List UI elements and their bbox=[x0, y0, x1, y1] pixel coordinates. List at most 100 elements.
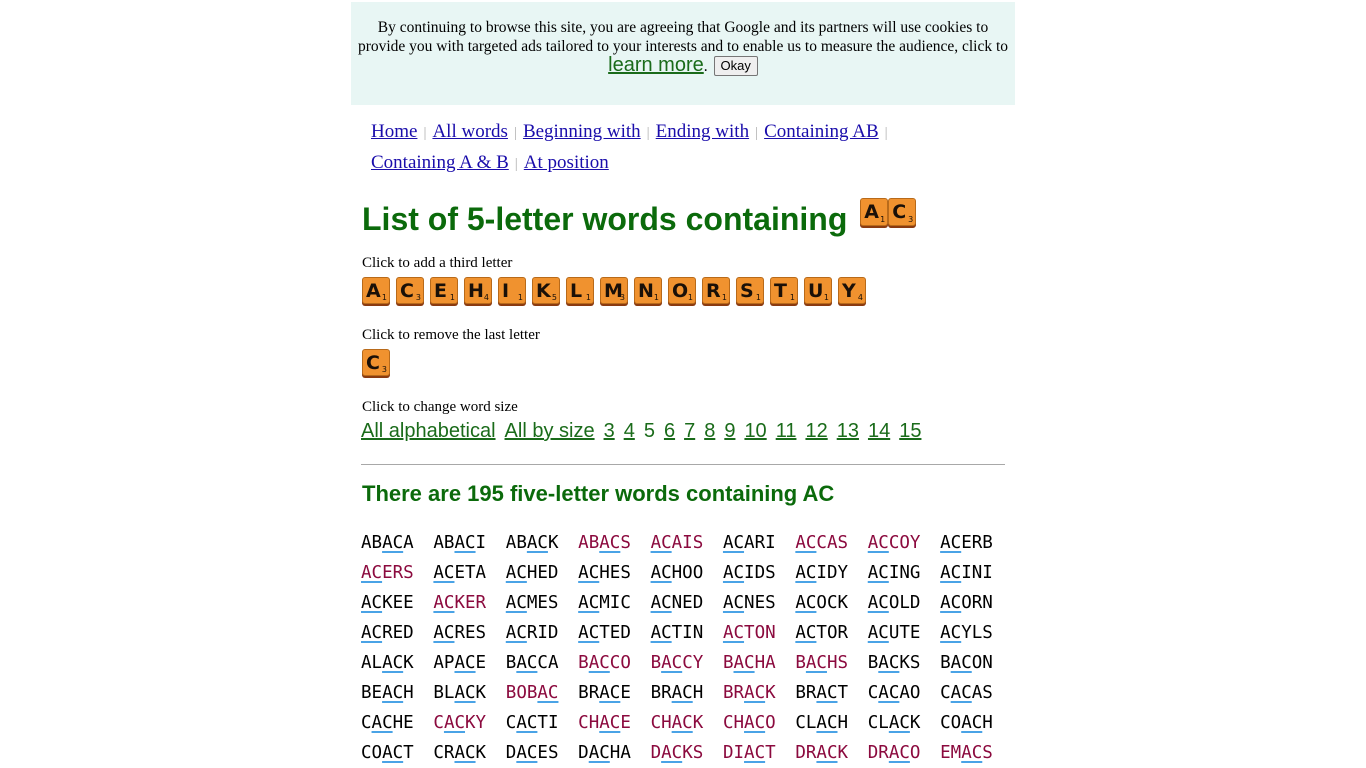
word-size-link[interactable]: 7 bbox=[684, 420, 695, 442]
nav-home[interactable]: Home bbox=[371, 121, 417, 142]
word-item[interactable]: BOBAC bbox=[506, 678, 578, 708]
word-item[interactable]: ACNED bbox=[651, 588, 723, 618]
add-letter-tile-c[interactable]: C3 bbox=[396, 277, 424, 304]
word-size-link[interactable]: 12 bbox=[805, 420, 827, 442]
word-item[interactable]: DRACO bbox=[868, 738, 940, 768]
word-item[interactable]: CACTI bbox=[506, 708, 578, 738]
word-item[interactable]: ACCAS bbox=[795, 528, 867, 558]
word-item[interactable]: BACHS bbox=[795, 648, 867, 678]
word-item[interactable]: DIACT bbox=[723, 738, 795, 768]
word-item[interactable]: ACARI bbox=[723, 528, 795, 558]
add-letter-tile-o[interactable]: O1 bbox=[668, 277, 696, 304]
word-item[interactable]: BRACK bbox=[723, 678, 795, 708]
word-item[interactable]: ACIDS bbox=[723, 558, 795, 588]
word-size-link[interactable]: 6 bbox=[664, 420, 675, 442]
word-item[interactable]: ACYLS bbox=[940, 618, 1012, 648]
word-item[interactable]: BACCY bbox=[651, 648, 723, 678]
add-letter-tile-h[interactable]: H4 bbox=[464, 277, 492, 304]
word-item[interactable]: ACHED bbox=[506, 558, 578, 588]
word-item[interactable]: CACAO bbox=[868, 678, 940, 708]
word-item[interactable]: BRACT bbox=[795, 678, 867, 708]
word-size-link[interactable]: 11 bbox=[776, 420, 797, 442]
add-letter-tile-y[interactable]: Y4 bbox=[838, 277, 866, 304]
word-item[interactable]: ACCOY bbox=[868, 528, 940, 558]
word-size-link[interactable]: 3 bbox=[604, 420, 615, 442]
nav-containing-a-and-b[interactable]: Containing A & B bbox=[371, 152, 509, 173]
word-item[interactable]: ACOCK bbox=[795, 588, 867, 618]
word-item[interactable]: ACINI bbox=[940, 558, 1012, 588]
word-item[interactable]: DACES bbox=[506, 738, 578, 768]
remove-letter-tile[interactable]: C3 bbox=[362, 349, 390, 376]
word-item[interactable]: ACRED bbox=[361, 618, 433, 648]
add-letter-tile-u[interactable]: U1 bbox=[804, 277, 832, 304]
word-item[interactable]: ACTED bbox=[578, 618, 650, 648]
word-item[interactable]: CHACE bbox=[578, 708, 650, 738]
word-item[interactable]: BACON bbox=[940, 648, 1012, 678]
add-letter-tile-i[interactable]: I1 bbox=[498, 277, 526, 304]
add-letter-tile-l[interactable]: L1 bbox=[566, 277, 594, 304]
add-letter-tile-t[interactable]: T1 bbox=[770, 277, 798, 304]
word-item[interactable]: BLACK bbox=[433, 678, 505, 708]
word-item[interactable]: ACRID bbox=[506, 618, 578, 648]
word-size-link[interactable]: 8 bbox=[704, 420, 715, 442]
word-size-link[interactable]: 4 bbox=[624, 420, 635, 442]
word-size-link[interactable]: 14 bbox=[868, 420, 890, 442]
word-item[interactable]: ABACK bbox=[506, 528, 578, 558]
add-letter-tile-e[interactable]: E1 bbox=[430, 277, 458, 304]
word-item[interactable]: ACHES bbox=[578, 558, 650, 588]
word-size-link[interactable]: 10 bbox=[744, 420, 766, 442]
word-item[interactable]: ACETA bbox=[433, 558, 505, 588]
add-letter-tile-s[interactable]: S1 bbox=[736, 277, 764, 304]
word-item[interactable]: BACHA bbox=[723, 648, 795, 678]
word-item[interactable]: ABACA bbox=[361, 528, 433, 558]
add-letter-tile-a[interactable]: A1 bbox=[362, 277, 390, 304]
word-item[interactable]: ACERS bbox=[361, 558, 433, 588]
word-item[interactable]: DACHA bbox=[578, 738, 650, 768]
word-item[interactable]: ACKEE bbox=[361, 588, 433, 618]
word-item[interactable]: BEACH bbox=[361, 678, 433, 708]
word-item[interactable]: CRACK bbox=[433, 738, 505, 768]
word-item[interactable]: BRACE bbox=[578, 678, 650, 708]
word-size-link[interactable]: 13 bbox=[837, 420, 859, 442]
word-item[interactable]: ABACI bbox=[433, 528, 505, 558]
nav-ending-with[interactable]: Ending with bbox=[656, 121, 749, 142]
word-item[interactable]: ABACS bbox=[578, 528, 650, 558]
word-item[interactable]: APACE bbox=[433, 648, 505, 678]
nav-at-position[interactable]: At position bbox=[524, 152, 609, 173]
word-item[interactable]: BRACH bbox=[651, 678, 723, 708]
word-item[interactable]: ACTOR bbox=[795, 618, 867, 648]
word-item[interactable]: ACMIC bbox=[578, 588, 650, 618]
learn-more-link[interactable]: learn more bbox=[608, 54, 704, 76]
word-item[interactable]: CACKY bbox=[433, 708, 505, 738]
word-item[interactable]: ACKER bbox=[433, 588, 505, 618]
word-item[interactable]: BACCO bbox=[578, 648, 650, 678]
add-letter-tile-m[interactable]: M3 bbox=[600, 277, 628, 304]
word-item[interactable]: ACORN bbox=[940, 588, 1012, 618]
word-item[interactable]: ALACK bbox=[361, 648, 433, 678]
word-item[interactable]: DRACK bbox=[795, 738, 867, 768]
okay-button[interactable]: Okay bbox=[713, 56, 758, 76]
word-item[interactable]: ACAIS bbox=[651, 528, 723, 558]
nav-containing-ab[interactable]: Containing AB bbox=[764, 121, 879, 142]
word-item[interactable]: CACAS bbox=[940, 678, 1012, 708]
word-item[interactable]: ACMES bbox=[506, 588, 578, 618]
word-item[interactable]: CHACO bbox=[723, 708, 795, 738]
word-item[interactable]: ACNES bbox=[723, 588, 795, 618]
word-item[interactable]: ACING bbox=[868, 558, 940, 588]
word-item[interactable]: BACCA bbox=[506, 648, 578, 678]
nav-all-words[interactable]: All words bbox=[432, 121, 507, 142]
word-size-link[interactable]: 15 bbox=[899, 420, 921, 442]
word-item[interactable]: ACIDY bbox=[795, 558, 867, 588]
word-item[interactable]: CLACH bbox=[795, 708, 867, 738]
word-item[interactable]: COACH bbox=[940, 708, 1012, 738]
word-item[interactable]: DACKS bbox=[651, 738, 723, 768]
word-item[interactable]: ACUTE bbox=[868, 618, 940, 648]
word-size-link[interactable]: 9 bbox=[724, 420, 735, 442]
word-item[interactable]: EMACS bbox=[940, 738, 1012, 768]
word-item[interactable]: ACTON bbox=[723, 618, 795, 648]
word-size-link[interactable]: All by size bbox=[505, 420, 595, 442]
add-letter-tile-r[interactable]: R1 bbox=[702, 277, 730, 304]
word-item[interactable]: ACRES bbox=[433, 618, 505, 648]
word-item[interactable]: CLACK bbox=[868, 708, 940, 738]
word-item[interactable]: BACKS bbox=[868, 648, 940, 678]
